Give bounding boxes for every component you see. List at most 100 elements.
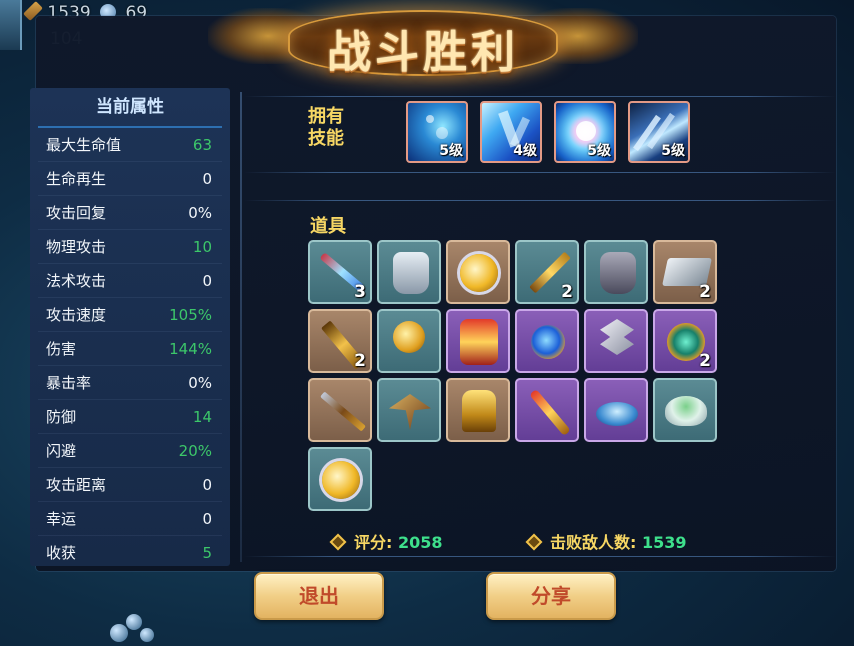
footer-divider: [244, 556, 836, 557]
blue-gem-amulet-icon: [531, 325, 565, 359]
item-slot[interactable]: 3: [308, 240, 372, 304]
item-count: 2: [699, 351, 711, 371]
attribute-row: 攻击距离 0: [38, 468, 222, 502]
attribute-value: 0%: [188, 204, 212, 222]
item-count: 2: [561, 282, 573, 302]
attribute-label: 最大生命值: [46, 136, 122, 154]
crossbow-icon: [389, 394, 431, 430]
battle-axe-icon: [600, 319, 634, 355]
attribute-row: 幸运 0: [38, 502, 222, 536]
water-bubble-skill-icon: [426, 115, 434, 123]
attributes-header: 当前属性: [38, 88, 222, 128]
skill-level: 5级: [661, 143, 685, 159]
attribute-value: 10: [192, 238, 212, 256]
attribute-label: 防御: [46, 408, 77, 426]
bubble-icon: [436, 127, 448, 139]
item-slot[interactable]: [446, 309, 510, 373]
attributes-panel[interactable]: 当前属性 最大生命值 63 生命再生 0 攻击回复 0% 物理攻击 10 法术攻击 0 攻击速度 10…: [30, 88, 230, 566]
item-slot[interactable]: [515, 309, 579, 373]
attribute-value: 0: [202, 510, 212, 528]
skill-level: 5级: [587, 143, 611, 159]
water-splash-icon: [596, 402, 638, 426]
item-slot[interactable]: 2: [653, 240, 717, 304]
skill-slot-2[interactable]: 4级: [480, 101, 542, 163]
attribute-row: 闪避 20%: [38, 434, 222, 468]
attributes-list: 最大生命值 63 生命再生 0 攻击回复 0% 物理攻击 10 法术攻击 0 攻击速度 105% 伤害 1…: [30, 128, 230, 566]
diamond-icon: [525, 533, 543, 551]
attribute-row: 物理攻击 10: [38, 230, 222, 264]
item-slot[interactable]: [446, 240, 510, 304]
item-count: 3: [354, 282, 366, 302]
items-label: 道具: [310, 216, 346, 237]
attribute-value: 105%: [169, 306, 212, 324]
hud-portrait-edge: [0, 0, 22, 50]
attribute-label: 暴击率: [46, 374, 92, 392]
gold-orb-ring-icon: [460, 254, 498, 292]
title-banner: 战斗胜利: [208, 0, 638, 84]
score-label: 评分:: [354, 533, 393, 552]
skill-level: 4级: [513, 143, 537, 159]
page-title: 战斗胜利: [327, 27, 519, 78]
golden-idol-icon: [462, 390, 496, 432]
attribute-value: 20%: [178, 442, 212, 460]
item-slot[interactable]: [584, 309, 648, 373]
attribute-label: 攻击回复: [46, 204, 107, 222]
bubble-icon: [110, 624, 128, 642]
ornate-spear-icon: [320, 391, 366, 432]
attribute-value: 144%: [169, 340, 212, 358]
attribute-value: 14: [192, 408, 212, 426]
skill-slot-4[interactable]: 5级: [628, 101, 690, 163]
attribute-value: 5: [202, 544, 212, 562]
red-gold-armor-icon: [460, 319, 498, 365]
skills-top-divider: [244, 96, 836, 97]
item-slot[interactable]: [308, 447, 372, 511]
skills-label: 拥有技能: [308, 106, 344, 149]
item-slot[interactable]: [377, 240, 441, 304]
exit-button[interactable]: 退出: [254, 572, 384, 620]
items-top-divider: [244, 200, 836, 201]
kills-value: 1539: [641, 533, 687, 552]
attribute-value: 0%: [188, 374, 212, 392]
attribute-row: 攻击回复 0%: [38, 196, 222, 230]
score-value: 2058: [397, 533, 443, 552]
item-slot[interactable]: [584, 378, 648, 442]
diamond-icon: [329, 533, 347, 551]
item-slot[interactable]: [308, 378, 372, 442]
light-orb-skill-icon: [576, 121, 596, 141]
attribute-label: 幸运: [46, 510, 77, 528]
item-slot[interactable]: [515, 378, 579, 442]
attribute-label: 攻击距离: [46, 476, 107, 494]
item-count: 2: [699, 282, 711, 302]
attribute-row: 防御 14: [38, 400, 222, 434]
attribute-label: 物理攻击: [46, 238, 107, 256]
item-slot[interactable]: 2: [515, 240, 579, 304]
item-slot[interactable]: [377, 309, 441, 373]
kills-label: 击败敌人数:: [550, 533, 637, 552]
attribute-value: 0: [202, 170, 212, 188]
attribute-value: 0: [202, 476, 212, 494]
skills-bottom-divider: [244, 172, 836, 173]
score-stat: 评分: 2058: [329, 529, 443, 553]
attribute-row: 暴击率 0%: [38, 366, 222, 400]
share-button[interactable]: 分享: [486, 572, 616, 620]
item-slot[interactable]: [446, 378, 510, 442]
item-slot[interactable]: 2: [308, 309, 372, 373]
item-slot[interactable]: 2: [653, 309, 717, 373]
item-count: 2: [354, 351, 366, 371]
attribute-row: 生命再生 0: [38, 162, 222, 196]
kills-stat: 击败敌人数: 1539: [525, 529, 687, 553]
attribute-label: 闪避: [46, 442, 77, 460]
attribute-label: 伤害: [46, 340, 77, 358]
attribute-row: 法术攻击 0: [38, 264, 222, 298]
attribute-value: 0: [202, 272, 212, 290]
skill-slot-1[interactable]: 5级: [406, 101, 468, 163]
item-slot[interactable]: [584, 240, 648, 304]
golden-staff-icon: [529, 388, 571, 437]
item-slot[interactable]: [377, 378, 441, 442]
bubble-icon: [126, 614, 142, 630]
attribute-row: 伤害 144%: [38, 332, 222, 366]
attribute-label: 法术攻击: [46, 272, 107, 290]
herbal-bowl-icon: [665, 396, 707, 426]
skill-slot-3[interactable]: 5级: [554, 101, 616, 163]
item-slot[interactable]: [653, 378, 717, 442]
